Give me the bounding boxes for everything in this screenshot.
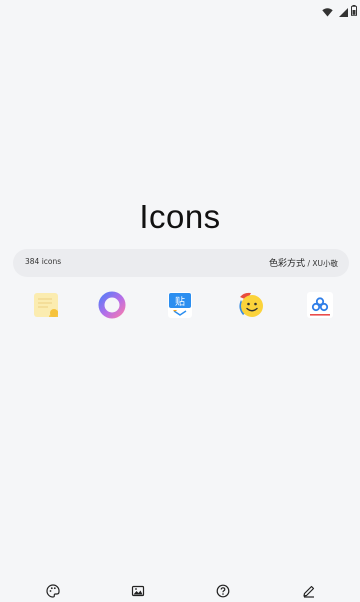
help-icon[interactable]: [216, 583, 230, 598]
cellular-icon: [339, 2, 348, 21]
icon-count: 384 icons: [25, 257, 62, 266]
icon-style-credit: 色彩方式 / XU小敬: [269, 256, 338, 269]
image-icon[interactable]: [131, 583, 145, 597]
info-bar[interactable]: 384 icons 色彩方式 / XU小敬: [13, 249, 349, 277]
sticker-app-icon[interactable]: 贴: [165, 290, 195, 320]
page-title: Icons: [139, 198, 221, 235]
bottom-nav: [0, 578, 360, 600]
style-author: XU小敬: [312, 259, 338, 268]
svg-text:贴: 贴: [175, 295, 185, 308]
smiley-face-icon[interactable]: [235, 290, 265, 320]
edit-icon[interactable]: [302, 583, 316, 598]
notes-icon[interactable]: [31, 290, 61, 320]
status-bar: [300, 0, 360, 17]
ring-icon[interactable]: [97, 290, 127, 320]
palette-icon[interactable]: [46, 583, 60, 598]
wifi-icon: [322, 2, 333, 21]
battery-icon: [351, 1, 357, 20]
icon-preview-row: 贴: [0, 290, 360, 322]
cloud-app-icon[interactable]: [305, 290, 335, 320]
style-name: 色彩方式: [269, 259, 306, 269]
